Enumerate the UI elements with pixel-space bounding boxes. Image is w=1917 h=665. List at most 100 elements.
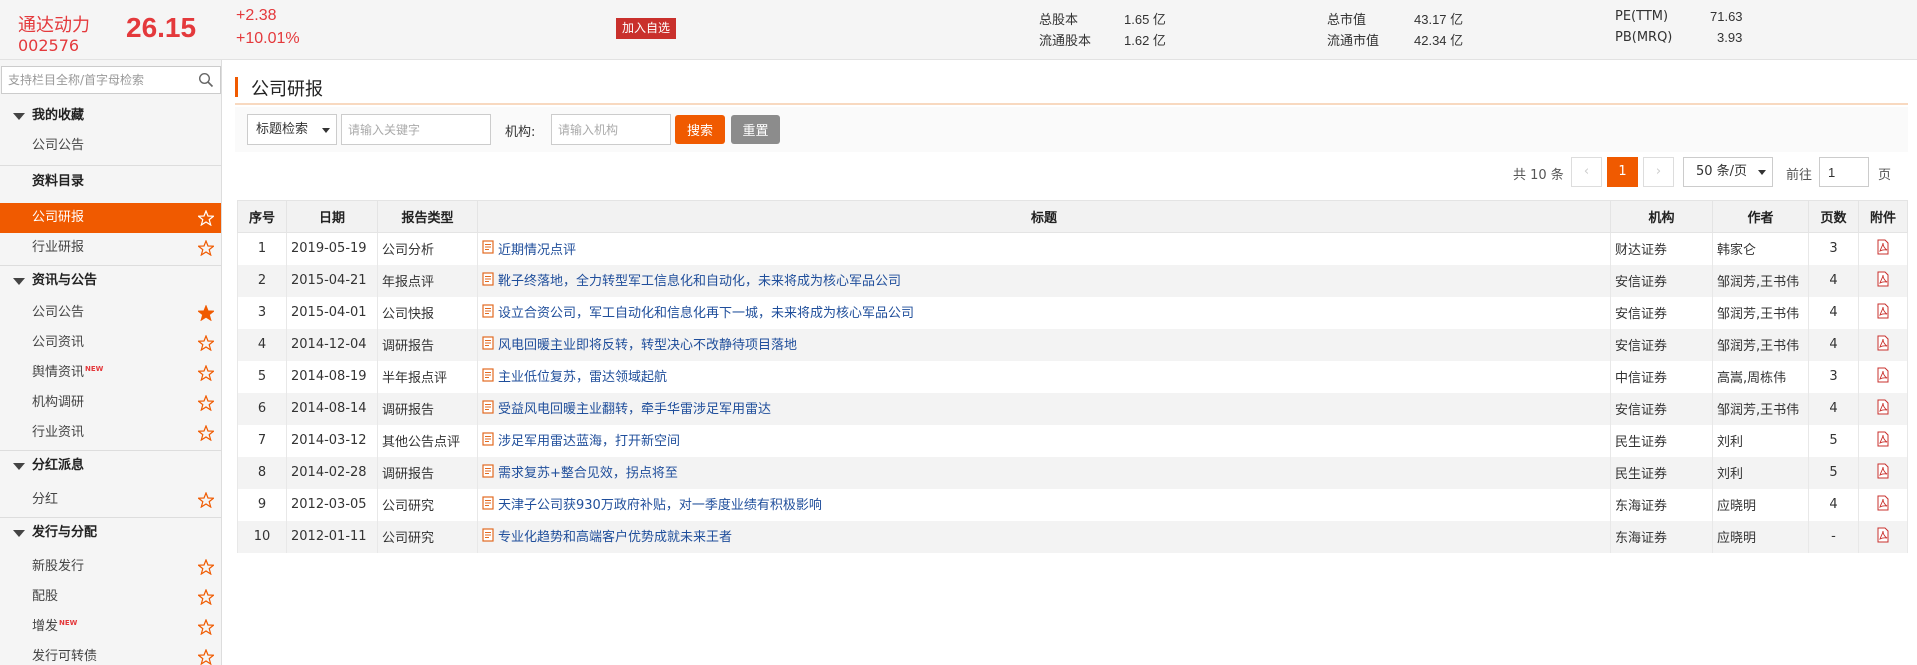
cell-title[interactable]: 靴子终落地，全力转型军工信息化和自动化，未来将成为核心军品公司 (477, 264, 1611, 297)
sidebar-item-company-research[interactable]: 公司研报 (0, 203, 221, 233)
star-outline-icon[interactable] (198, 619, 214, 635)
cell-no: 10 (237, 520, 287, 553)
cell-attachment[interactable] (1858, 424, 1908, 457)
sidebar-item-convertible-bond[interactable]: 发行可转债 (0, 642, 221, 665)
star-outline-icon[interactable] (198, 559, 214, 575)
pdf-icon[interactable] (1876, 239, 1890, 259)
pdf-icon[interactable] (1876, 463, 1890, 483)
col-header-pages[interactable]: 页数 (1808, 200, 1859, 233)
report-title-link[interactable]: 主业低位复苏，雷达领域起航 (498, 370, 667, 385)
star-filled-icon[interactable] (198, 305, 214, 321)
sidebar-item-industry-research[interactable]: 行业研报 (0, 233, 221, 263)
pdf-icon[interactable] (1876, 527, 1890, 547)
pdf-icon[interactable] (1876, 495, 1890, 515)
col-header-author[interactable]: 作者 (1712, 200, 1809, 233)
cell-title[interactable]: 需求复苏+整合见效，拐点将至 (477, 456, 1611, 489)
reset-button[interactable]: 重置 (731, 115, 780, 144)
col-header-attachment[interactable]: 附件 (1858, 200, 1908, 233)
report-title-link[interactable]: 受益风电回暖主业翻转，牵手华雷涉足军用雷达 (498, 402, 771, 417)
cell-title[interactable]: 主业低位复苏，雷达领域起航 (477, 360, 1611, 393)
cell-attachment[interactable] (1858, 456, 1908, 489)
pdf-icon[interactable] (1876, 271, 1890, 291)
pdf-icon[interactable] (1876, 431, 1890, 451)
sidebar-item-additional-offering[interactable]: 增发NEW (0, 612, 221, 642)
nav-group-favorites[interactable]: 我的收藏 (0, 101, 221, 131)
pdf-icon[interactable] (1876, 399, 1890, 419)
report-title-link[interactable]: 靴子终落地，全力转型军工信息化和自动化，未来将成为核心军品公司 (498, 274, 901, 289)
report-title-link[interactable]: 专业化趋势和高端客户优势成就未来王者 (498, 530, 732, 545)
col-header-date[interactable]: 日期 (286, 200, 378, 233)
col-header-title[interactable]: 标题 (477, 200, 1611, 233)
table-row: 7 2014-03-12 其他公告点评 涉足军用雷达蓝海，打开新空间 民生证券 刘利 5 (237, 424, 1908, 457)
cell-attachment[interactable] (1858, 264, 1908, 297)
prev-page-button[interactable]: ‹ (1571, 157, 1602, 187)
star-outline-icon[interactable] (198, 492, 214, 508)
cell-no: 9 (237, 488, 287, 521)
pdf-icon[interactable] (1876, 303, 1890, 323)
next-page-button[interactable]: › (1643, 157, 1674, 187)
star-outline-icon[interactable] (198, 425, 214, 441)
document-icon (482, 464, 494, 482)
star-outline-icon[interactable] (198, 365, 214, 381)
search-type-select[interactable]: 标题检索 (247, 114, 337, 145)
cell-attachment[interactable] (1858, 392, 1908, 425)
cell-title[interactable]: 受益风电回暖主业翻转，牵手华雷涉足军用雷达 (477, 392, 1611, 425)
cell-attachment[interactable] (1858, 488, 1908, 521)
star-outline-icon[interactable] (198, 210, 214, 226)
report-title-link[interactable]: 涉足军用雷达蓝海，打开新空间 (498, 434, 680, 449)
page-1-button[interactable]: 1 (1607, 157, 1638, 187)
report-title-link[interactable]: 天津子公司获930万政府补贴，对一季度业绩有积极影响 (498, 498, 822, 513)
sidebar-item-sentiment-news[interactable]: 舆情资讯NEW (0, 358, 221, 388)
report-title-link[interactable]: 近期情况点评 (498, 243, 576, 258)
page-size-select[interactable]: 50 条/页 (1683, 157, 1773, 187)
cell-attachment[interactable] (1858, 232, 1908, 265)
search-button[interactable]: 搜索 (675, 115, 725, 144)
keyword-input[interactable] (341, 114, 491, 145)
cell-pages: 4 (1808, 296, 1859, 329)
pdf-icon[interactable] (1876, 335, 1890, 355)
sidebar-item-company-news[interactable]: 公司资讯 (0, 328, 221, 358)
report-title-link[interactable]: 设立合资公司，军工自动化和信息化再下一城，未来将成为核心军品公司 (498, 306, 914, 321)
cell-author: 刘利 (1712, 424, 1809, 457)
org-input[interactable] (551, 114, 671, 145)
page-title: 公司研报 (251, 79, 323, 100)
col-header-org[interactable]: 机构 (1610, 200, 1713, 233)
sidebar-item-dividend[interactable]: 分红 (0, 485, 221, 515)
cell-title[interactable]: 设立合资公司，军工自动化和信息化再下一城，未来将成为核心军品公司 (477, 296, 1611, 329)
col-header-no[interactable]: 序号 (237, 200, 287, 233)
add-watchlist-button[interactable]: 加入自选 (616, 18, 677, 39)
nav-group-news[interactable]: 资讯与公告 (0, 266, 221, 296)
col-header-type[interactable]: 报告类型 (377, 200, 478, 233)
sidebar-item-announcements[interactable]: 公司公告 (0, 298, 221, 328)
cell-attachment[interactable] (1858, 360, 1908, 393)
report-title-link[interactable]: 需求复苏+整合见效，拐点将至 (498, 466, 678, 481)
sidebar-item-rights-issue[interactable]: 配股 (0, 582, 221, 612)
star-outline-icon[interactable] (198, 649, 214, 665)
star-outline-icon[interactable] (198, 240, 214, 256)
cell-title[interactable]: 涉足军用雷达蓝海，打开新空间 (477, 424, 1611, 457)
pdf-icon[interactable] (1876, 367, 1890, 387)
cell-title[interactable]: 风电回暖主业即将反转，转型决心不改静待项目落地 (477, 328, 1611, 361)
sidebar-item-institution-survey[interactable]: 机构调研 (0, 388, 221, 418)
sidebar-item-industry-news[interactable]: 行业资讯 (0, 418, 221, 448)
cell-attachment[interactable] (1858, 328, 1908, 361)
nav-group-dividends[interactable]: 分红派息 (0, 451, 221, 481)
cell-title[interactable]: 专业化趋势和高端客户优势成就未来王者 (477, 520, 1611, 553)
cell-attachment[interactable] (1858, 520, 1908, 553)
page-size-value: 50 条/页 (1696, 164, 1748, 179)
star-outline-icon[interactable] (198, 589, 214, 605)
star-outline-icon[interactable] (198, 335, 214, 351)
search-icon[interactable] (198, 72, 214, 88)
cell-date: 2014-03-12 (286, 424, 378, 457)
cell-title[interactable]: 天津子公司获930万政府补贴，对一季度业绩有积极影响 (477, 488, 1611, 521)
goto-page-input[interactable] (1819, 157, 1869, 187)
cell-attachment[interactable] (1858, 296, 1908, 329)
sidebar-search-input[interactable] (2, 67, 190, 93)
nav-group-issuance[interactable]: 发行与分配 (0, 518, 221, 548)
report-title-link[interactable]: 风电回暖主业即将反转，转型决心不改静待项目落地 (498, 338, 797, 353)
sidebar-item-favorite-announcements[interactable]: 公司公告 (0, 131, 221, 161)
cell-title[interactable]: 近期情况点评 (477, 232, 1611, 265)
sidebar-item-ipo[interactable]: 新股发行 (0, 552, 221, 582)
caret-down-icon (1758, 170, 1766, 175)
star-outline-icon[interactable] (198, 395, 214, 411)
